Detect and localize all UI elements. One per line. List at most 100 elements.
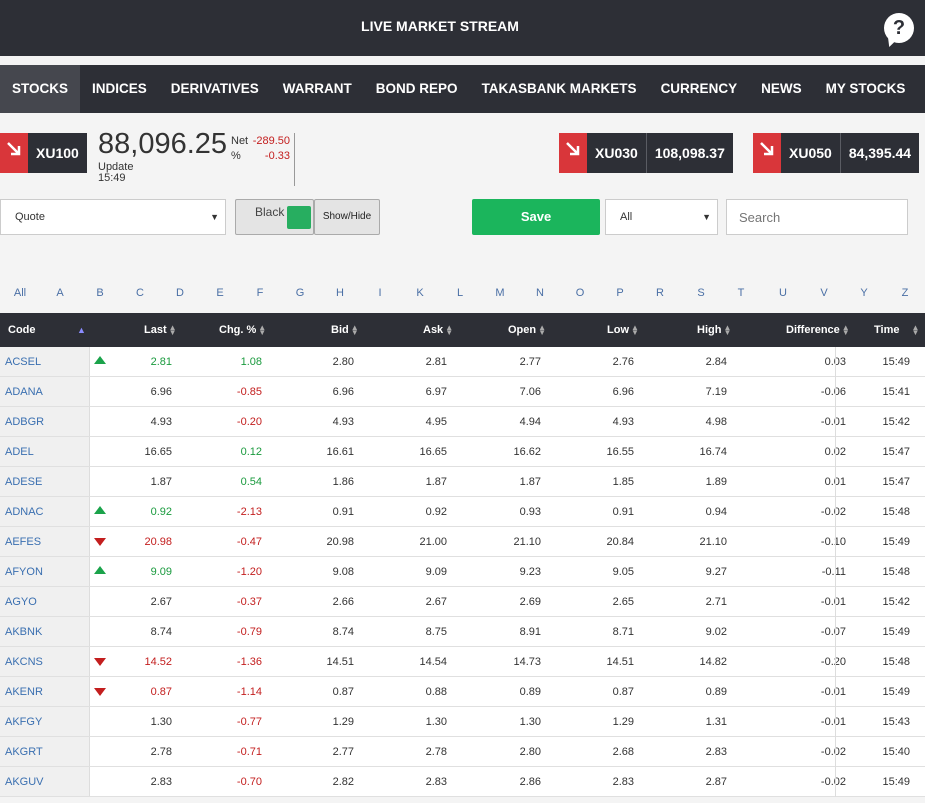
letter-p[interactable]: P (610, 287, 630, 299)
col-open[interactable]: Open ▲ ▼ (508, 313, 546, 347)
letter-v[interactable]: V (814, 287, 834, 299)
table-row[interactable]: ADNAC 0.92 -2.13 0.91 0.92 0.93 0.91 0.94 -0.02 1… (0, 497, 925, 527)
nav-warrant[interactable]: WARRANT (271, 65, 364, 113)
nav-derivatives[interactable]: DERIVATIVES (159, 65, 271, 113)
cell-high: 1.89 (705, 476, 727, 488)
cell-time: 15:47 (835, 437, 910, 467)
stock-code[interactable]: AFYON (0, 557, 90, 586)
table-row[interactable]: ADANA 6.96 -0.85 6.96 6.97 7.06 6.96 7.19 -0.06 1… (0, 377, 925, 407)
letter-a[interactable]: A (50, 287, 70, 299)
filter-select[interactable]: All ▼ (605, 199, 718, 235)
cell-bid: 1.86 (332, 476, 354, 488)
stock-code[interactable]: AEFES (0, 527, 90, 556)
letter-t[interactable]: T (731, 287, 751, 299)
col-last[interactable]: Last ▲ ▼ (144, 313, 177, 347)
letter-b[interactable]: B (90, 287, 110, 299)
col-code[interactable]: Code (8, 313, 36, 347)
stock-code[interactable]: AKGUV (0, 767, 90, 796)
letter-e[interactable]: E (210, 287, 230, 299)
cell-ask: 8.75 (425, 626, 447, 638)
letter-all[interactable]: All (10, 287, 30, 299)
stock-code[interactable]: ADANA (0, 377, 90, 406)
stock-code[interactable]: AGYO (0, 587, 90, 616)
stock-code[interactable]: ADBGR (0, 407, 90, 436)
table-row[interactable]: AKCNS 14.52 -1.36 14.51 14.54 14.73 14.51 14.82… (0, 647, 925, 677)
down-triangle-icon (94, 658, 106, 666)
table-row[interactable]: ADESE 1.87 0.54 1.86 1.87 1.87 1.85 1.89 0.01 15:… (0, 467, 925, 497)
cell-high: 2.87 (705, 776, 727, 788)
nav-stocks[interactable]: STOCKS (0, 65, 81, 113)
cell-high: 2.83 (705, 746, 727, 758)
letter-r[interactable]: R (650, 287, 670, 299)
col-high[interactable]: High ▲ ▼ (697, 313, 731, 347)
cell-open: 2.80 (519, 746, 541, 758)
nav-bond-repo[interactable]: BOND REPO (364, 65, 470, 113)
letter-s[interactable]: S (691, 287, 711, 299)
letter-h[interactable]: H (330, 287, 350, 299)
stock-code[interactable]: AKGRT (0, 737, 90, 766)
table-row[interactable]: AGYO 2.67 -0.37 2.66 2.67 2.69 2.65 2.71 -0.01 15… (0, 587, 925, 617)
xu030-badge[interactable]: XU030 108,098.37 (559, 133, 733, 173)
table-row[interactable]: ADBGR 4.93 -0.20 4.93 4.95 4.94 4.93 4.98 -0.01 1… (0, 407, 925, 437)
theme-toggle[interactable]: Black (235, 199, 314, 235)
table-row[interactable]: ADEL 16.65 0.12 16.61 16.65 16.62 16.55 16.74 0.… (0, 437, 925, 467)
theme-swatch[interactable] (287, 206, 311, 229)
letter-i[interactable]: I (370, 287, 390, 299)
table-row[interactable]: AEFES 20.98 -0.47 20.98 21.00 21.10 20.84 21.10… (0, 527, 925, 557)
stock-code[interactable]: AKENR (0, 677, 90, 706)
stock-code[interactable]: ADESE (0, 467, 90, 496)
letter-o[interactable]: O (570, 287, 590, 299)
letter-g[interactable]: G (290, 287, 310, 299)
letter-n[interactable]: N (530, 287, 550, 299)
stock-code[interactable]: ADNAC (0, 497, 90, 526)
save-button[interactable]: Save (472, 199, 600, 235)
table-row[interactable]: AKGRT 2.78 -0.71 2.77 2.78 2.80 2.68 2.83 -0.02 1… (0, 737, 925, 767)
cell-last: 0.92 (150, 506, 172, 518)
cell-high: 21.10 (699, 536, 727, 548)
cell-last: 16.65 (144, 446, 172, 458)
stock-code[interactable]: AKCNS (0, 647, 90, 676)
stock-code[interactable]: AKFGY (0, 707, 90, 736)
stock-code[interactable]: ADEL (0, 437, 90, 466)
col-bid[interactable]: Bid ▲ ▼ (331, 313, 359, 347)
nav-currency[interactable]: CURRENCY (649, 65, 750, 113)
letter-l[interactable]: L (450, 287, 470, 299)
nav-takasbank-markets[interactable]: TAKASBANK MARKETS (470, 65, 649, 113)
table-row[interactable]: AKBNK 8.74 -0.79 8.74 8.75 8.91 8.71 9.02 -0.07 1… (0, 617, 925, 647)
theme-label: Black (255, 205, 285, 219)
cell-ask: 1.87 (425, 476, 447, 488)
xu050-badge[interactable]: XU050 84,395.44 (753, 133, 920, 173)
letter-f[interactable]: F (250, 287, 270, 299)
col-chg[interactable]: Chg. % ▲ ▼ (219, 313, 266, 347)
col-low[interactable]: Low ▲ ▼ (607, 313, 639, 347)
stock-code[interactable]: ACSEL (0, 347, 90, 376)
letter-k[interactable]: K (410, 287, 430, 299)
col-difference[interactable]: Difference ▲ ▼ (786, 313, 850, 347)
quote-select[interactable]: Quote ▼ (0, 199, 226, 235)
help-icon[interactable]: ? (884, 13, 914, 43)
cell-open: 14.73 (513, 656, 541, 668)
col-ask[interactable]: Ask ▲ ▼ (423, 313, 453, 347)
stock-code[interactable]: AKBNK (0, 617, 90, 646)
letter-d[interactable]: D (170, 287, 190, 299)
letter-m[interactable]: M (490, 287, 510, 299)
table-row[interactable]: AKENR 0.87 -1.14 0.87 0.88 0.89 0.87 0.89 -0.01 1… (0, 677, 925, 707)
table-row[interactable]: AKGUV 2.83 -0.70 2.82 2.83 2.86 2.83 2.87 -0.02 1… (0, 767, 925, 797)
xu100-badge[interactable]: XU100 (0, 133, 87, 173)
nav-news[interactable]: NEWS (749, 65, 814, 113)
sort-up-icon[interactable]: ▲ (77, 313, 86, 347)
letter-z[interactable]: Z (895, 287, 915, 299)
table-row[interactable]: AFYON 9.09 -1.20 9.08 9.09 9.23 9.05 9.27 -0.11 1… (0, 557, 925, 587)
letter-y[interactable]: Y (854, 287, 874, 299)
nav-indices[interactable]: INDICES (80, 65, 159, 113)
nav-my-stocks[interactable]: MY STOCKS (814, 65, 918, 113)
col-time[interactable]: Time ▲ ▼ (874, 313, 919, 347)
letter-c[interactable]: C (130, 287, 150, 299)
show-hide-button[interactable]: Show/Hide (314, 199, 380, 235)
table-row[interactable]: ACSEL 2.81 1.08 2.80 2.81 2.77 2.76 2.84 0.03 15:… (0, 347, 925, 377)
search-input[interactable] (726, 199, 908, 235)
letter-u[interactable]: U (773, 287, 793, 299)
down-triangle-icon (94, 538, 106, 546)
table-row[interactable]: AKFGY 1.30 -0.77 1.29 1.30 1.30 1.29 1.31 -0.01 1… (0, 707, 925, 737)
cell-ask: 2.67 (425, 596, 447, 608)
